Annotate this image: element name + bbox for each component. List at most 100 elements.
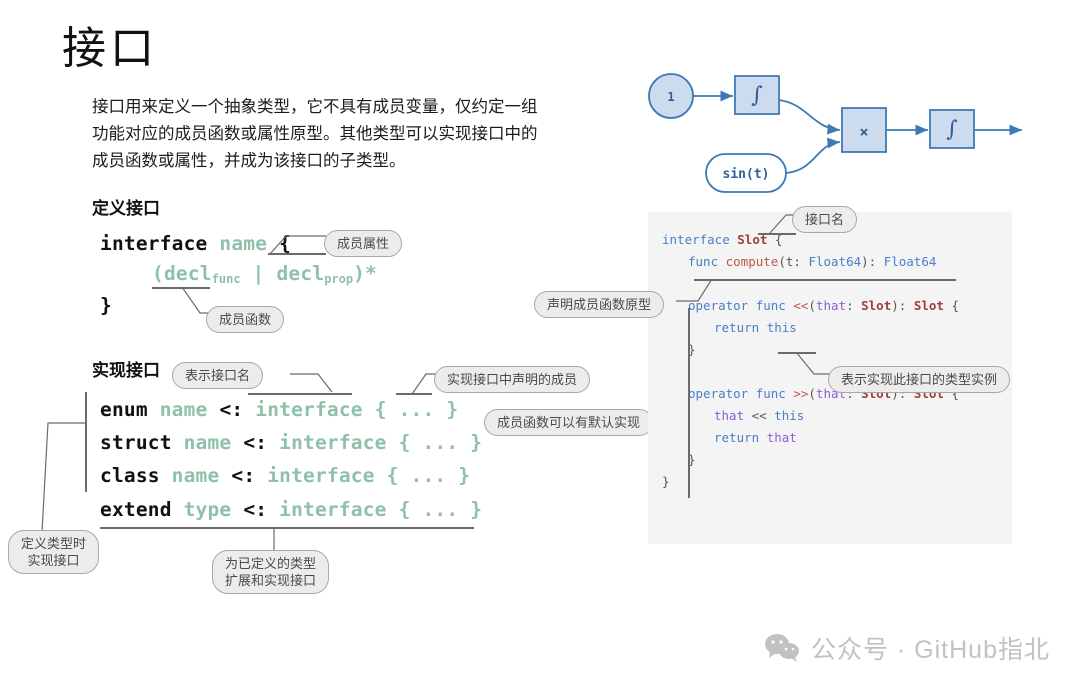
callout-iface-name: 表示接口名	[172, 362, 264, 389]
intro-paragraph: 接口用来定义一个抽象类型，它不具有成员变量，仅约定一组 功能对应的成员函数或属性…	[92, 98, 538, 170]
code-token: return	[714, 430, 767, 445]
identifier-enum-name: name	[159, 398, 208, 421]
code-token: (t:	[778, 254, 809, 269]
code-token: {	[943, 298, 959, 313]
impl-line-class: class name <: interface { ... }	[100, 464, 470, 487]
section-heading-implement: 实现接口	[92, 361, 160, 380]
keyword-interface: interface	[100, 232, 208, 255]
code-token: :	[846, 298, 862, 313]
impl-body: { ... }	[386, 464, 471, 487]
code-token: this	[774, 408, 805, 423]
node-integral-1-label: ∫	[751, 83, 763, 108]
code-token: func	[688, 254, 726, 269]
edge-sin-to-mul	[785, 137, 841, 174]
callout-member-function: 成员函数	[206, 306, 285, 333]
edge-integral1-to-mul	[778, 99, 841, 135]
code-token: compute	[725, 254, 779, 269]
code-token: (	[808, 298, 816, 313]
keyword-class: class	[100, 464, 160, 487]
code-token: ):	[891, 298, 914, 313]
code-line: }	[662, 474, 1012, 496]
code-line: return that	[662, 430, 1012, 452]
code-token: operator func	[688, 386, 794, 401]
identifier-interface: interface	[279, 431, 387, 454]
code-token: Slot	[913, 298, 944, 313]
brace-close: }	[100, 294, 112, 317]
callout-this-note: 表示实现此接口的类型实例	[828, 366, 1011, 393]
subtype-operator: <:	[231, 464, 256, 487]
code-token: this	[766, 320, 797, 335]
code-token: interface	[662, 232, 738, 247]
subtype-operator: <:	[219, 398, 244, 421]
code-token: ):	[861, 254, 884, 269]
code-token: }	[662, 474, 670, 489]
code-token: >>	[793, 386, 809, 401]
callout-extend-note: 为已定义的类型 扩展和实现接口	[212, 550, 330, 594]
identifier-name: name	[219, 232, 268, 255]
leader-line-define-time	[41, 422, 86, 533]
identifier-struct-name: name	[183, 431, 232, 454]
impl-body: { ... }	[398, 431, 483, 454]
decl-func-subscript: func	[211, 272, 241, 286]
callout-members: 实现接口中声明的成员	[434, 366, 591, 393]
leader-line-func-proto	[676, 279, 713, 302]
code-token: Slot	[861, 298, 892, 313]
decl-close: )*	[353, 262, 377, 285]
underline-func-proto	[694, 279, 956, 281]
identifier-class-name: name	[171, 464, 220, 487]
identifier-interface: interface	[267, 464, 375, 487]
code-token: (	[808, 386, 816, 401]
callout-interface-name: 接口名	[792, 206, 858, 233]
code-token: Float64	[808, 254, 862, 269]
syntax-line-close: }	[100, 294, 112, 317]
wechat-icon	[764, 634, 799, 662]
subtype-operator: <:	[243, 498, 268, 521]
code-line: that << this	[662, 408, 1012, 430]
leader-line-this	[795, 352, 832, 375]
keyword-extend: extend	[100, 498, 172, 521]
keyword-struct: struct	[100, 431, 172, 454]
bracket-default-impl	[688, 308, 690, 498]
syntax-line-interface: interface name {	[100, 232, 291, 255]
syntax-line-decl: (declfunc | declprop)*	[152, 262, 377, 286]
impl-line-struct: struct name <: interface { ... }	[100, 431, 482, 454]
leader-line-func	[181, 287, 214, 314]
underline-extend	[100, 527, 474, 529]
decl-prop-subscript: prop	[324, 272, 354, 286]
impl-body: { ... }	[398, 498, 483, 521]
code-line: }	[662, 342, 1012, 364]
flow-diagram: 1 ∫ sin(t) × ∫	[648, 73, 1022, 193]
code-token: Float64	[883, 254, 937, 269]
code-line: }	[662, 452, 1012, 474]
leader-line-iface-name	[290, 373, 333, 393]
impl-line-extend: extend type <: interface { ... }	[100, 498, 482, 521]
code-token: <<	[793, 298, 809, 313]
code-token: that	[714, 408, 745, 423]
subtype-operator: <:	[243, 431, 268, 454]
callout-default-impl: 成员函数可以有默认实现	[484, 409, 654, 436]
code-token: that	[815, 298, 847, 313]
node-multiply-label: ×	[859, 123, 868, 141]
code-line: func compute(t: Float64): Float64	[662, 254, 1012, 276]
footer-text: 公众号 · GitHub指北	[810, 636, 1050, 664]
callout-define-time: 定义类型时 实现接口	[8, 530, 100, 574]
impl-body: { ... }	[374, 398, 459, 421]
callout-member-property: 成员属性	[324, 230, 403, 257]
decl-prop: decl	[276, 262, 325, 285]
identifier-type: type	[183, 498, 232, 521]
code-token: <<	[744, 408, 775, 423]
code-token: that	[766, 430, 797, 445]
node-const-one-label: 1	[667, 90, 674, 104]
code-token: return	[714, 320, 767, 335]
section-heading-define: 定义接口	[92, 199, 160, 218]
node-integral-2-label: ∫	[946, 117, 958, 142]
decl-open: (decl	[152, 262, 212, 285]
code-lines: interface Slot {func compute(t: Float64)…	[662, 232, 1012, 496]
identifier-interface: interface	[279, 498, 387, 521]
footer-watermark: 公众号 · GitHub指北	[764, 630, 1050, 666]
code-line: interface Slot {	[662, 232, 1012, 254]
callout-func-proto: 声明成员函数原型	[534, 291, 665, 318]
identifier-interface: interface	[255, 398, 363, 421]
decl-pipe: |	[240, 262, 277, 285]
impl-line-enum: enum name <: interface { ... }	[100, 398, 458, 421]
